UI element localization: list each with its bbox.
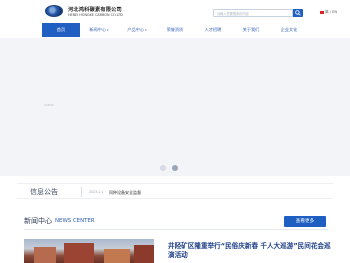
nav-item-news[interactable]: 新闻中心▾ — [80, 23, 118, 37]
nav-item-careers[interactable]: 人才招聘 — [194, 23, 232, 37]
notice-link[interactable]: 同种设备安全监督 — [109, 190, 141, 196]
notice-divider — [81, 187, 82, 197]
building-shape — [34, 247, 56, 263]
flag-icon — [320, 10, 324, 14]
nav-item-products[interactable]: 产品中心▾ — [118, 23, 156, 37]
news-section-title: 新闻中心 — [24, 217, 52, 225]
language-label: 简 / EN — [325, 10, 338, 14]
company-name-cn[interactable]: 河北鸿科碳素有限公司 — [68, 6, 122, 13]
nav-item-honors[interactable]: 荣誉资质 — [156, 23, 194, 37]
nav-item-home[interactable]: 首页 — [42, 23, 80, 37]
notice-date: 2023-1-1 — [89, 190, 104, 194]
hero-banner[interactable]: 1080P — [0, 38, 350, 176]
main-nav: 首页 新闻中心▾ 产品中心▾ 荣誉资质 人才招聘 关于我们 企业文化 — [0, 23, 350, 37]
company-logo-icon[interactable] — [45, 5, 63, 17]
building-shape — [134, 245, 154, 263]
building-shape — [104, 249, 130, 263]
search-icon — [295, 10, 301, 16]
site-header: 河北鸿科碳素有限公司 HEBEI HONGKE CARBON CO.LTD 请输… — [0, 0, 350, 22]
nav-item-culture[interactable]: 企业文化 — [270, 23, 308, 37]
view-more-button[interactable]: 查看更多 — [284, 216, 326, 227]
carousel-dot-2[interactable] — [172, 165, 178, 171]
news-image[interactable] — [24, 239, 154, 263]
carousel-dot-1[interactable] — [160, 165, 166, 171]
nav-item-about[interactable]: 关于我们 — [232, 23, 270, 37]
chevron-down-icon: ▾ — [107, 28, 109, 32]
building-shape — [64, 243, 94, 263]
search-placeholder: 请输入您要搜索的内容 — [217, 12, 249, 16]
company-name-en: HEBEI HONGKE CARBON CO.LTD — [68, 13, 123, 17]
news-section-subtitle: NEWS CENTER — [55, 218, 95, 224]
news-headline-link[interactable]: 井陉矿区隆重举行“民俗庆新春 千人大巡游”民间花会巡演活动 — [168, 242, 333, 260]
notice-bar: 信息公告 2023-1-1 同种设备安全监督 — [17, 183, 333, 199]
chevron-down-icon: ▾ — [145, 28, 147, 32]
news-divider — [24, 229, 328, 230]
notice-title: 信息公告 — [30, 188, 58, 196]
hero-tag: 1080P — [44, 103, 54, 107]
search-input[interactable]: 请输入您要搜索的内容 — [213, 9, 293, 17]
language-switch[interactable]: 简 / EN — [320, 10, 337, 15]
search-button[interactable] — [293, 9, 303, 17]
